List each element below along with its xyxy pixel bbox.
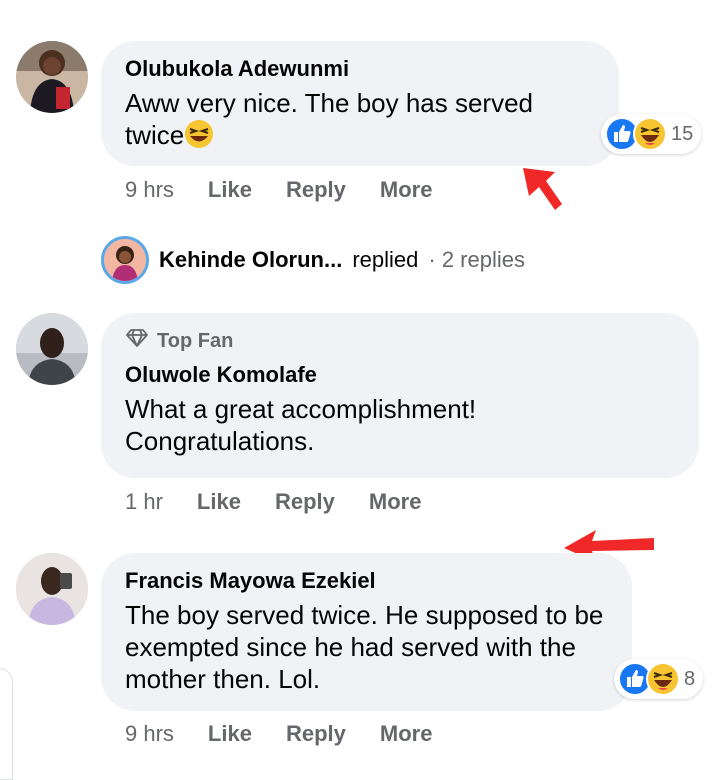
reaction-summary[interactable]: 8	[614, 659, 704, 699]
haha-reaction-icon	[633, 117, 667, 151]
badge-label: Top Fan	[157, 329, 234, 352]
avatar[interactable]	[16, 313, 88, 385]
comment-bubble: Top Fan Oluwole Komolafe What a great ac…	[101, 313, 699, 478]
haha-reaction-icon	[646, 662, 680, 696]
reply-button[interactable]: Reply	[286, 721, 346, 747]
like-button[interactable]: Like	[197, 489, 241, 515]
avatar[interactable]	[16, 41, 88, 113]
reply-button[interactable]: Reply	[286, 177, 346, 203]
comment-bubble: Francis Mayowa Ezekiel The boy served tw…	[101, 553, 632, 711]
comment-actions: 9 hrs Like Reply More	[125, 721, 466, 747]
comment-actions: 9 hrs Like Reply More	[125, 177, 466, 203]
reply-count[interactable]: · 2 replies	[428, 247, 525, 273]
comment-bubble: Olubukola Adewunmi Aww very nice. The bo…	[101, 41, 619, 166]
comment-author[interactable]: Olubukola Adewunmi	[125, 55, 595, 83]
comment-author[interactable]: Oluwole Komolafe	[125, 361, 675, 389]
comment-text: Aww very nice. The boy has served twice	[125, 88, 534, 150]
top-fan-badge: Top Fan	[125, 327, 675, 355]
more-button[interactable]: More	[380, 721, 433, 747]
side-panel-edge	[0, 668, 13, 780]
diamond-icon	[125, 328, 149, 354]
comment-author[interactable]: Francis Mayowa Ezekiel	[125, 567, 608, 595]
comment-timestamp[interactable]: 9 hrs	[125, 177, 174, 203]
more-button[interactable]: More	[369, 489, 422, 515]
reply-thread-link[interactable]: Kehinde Olorun... replied · 2 replies	[101, 236, 525, 284]
reaction-summary[interactable]: 15	[601, 114, 702, 154]
reply-button[interactable]: Reply	[275, 489, 335, 515]
comment-actions: 1 hr Like Reply More	[125, 489, 455, 515]
comment-text: What a great accomplishment! Congratulat…	[125, 394, 477, 456]
previous-comment-cutoff: ˙˙˙	[290, 0, 318, 13]
comment-timestamp[interactable]: 9 hrs	[125, 721, 174, 747]
laughing-emoji-icon	[184, 119, 214, 149]
comment-text: The boy served twice. He supposed to be …	[125, 600, 604, 694]
avatar[interactable]	[16, 553, 88, 625]
avatar	[101, 236, 149, 284]
reply-author[interactable]: Kehinde Olorun...	[159, 247, 342, 273]
like-button[interactable]: Like	[208, 177, 252, 203]
red-arrow-annotation	[523, 168, 562, 210]
reaction-count: 15	[671, 122, 694, 145]
comment-timestamp[interactable]: 1 hr	[125, 489, 163, 515]
reply-verb: replied	[352, 247, 419, 272]
like-button[interactable]: Like	[208, 721, 252, 747]
reaction-count: 8	[684, 667, 696, 690]
more-button[interactable]: More	[380, 177, 433, 203]
